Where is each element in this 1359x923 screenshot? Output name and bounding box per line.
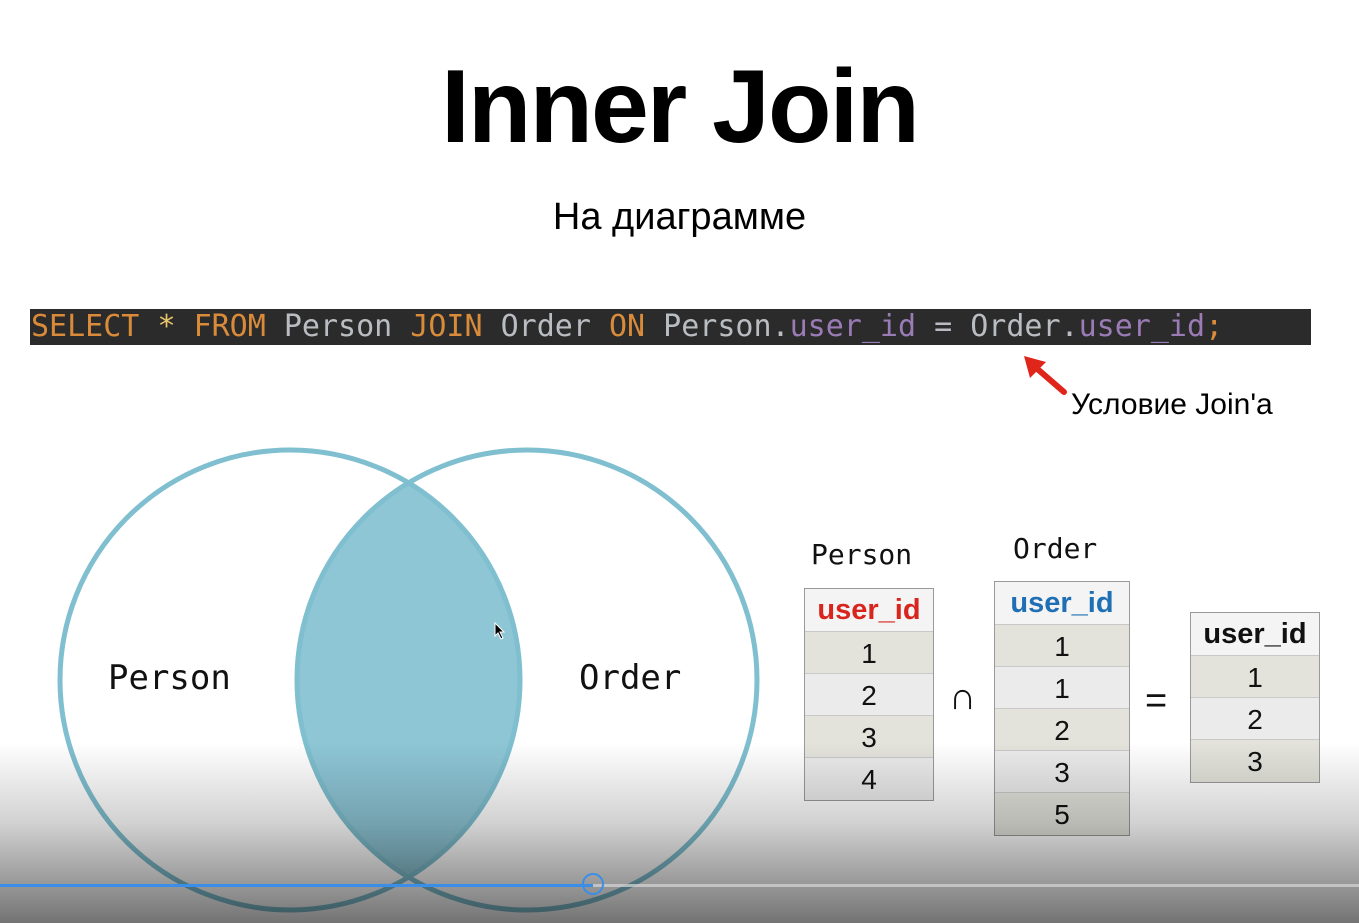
person-table: user_id 1234	[804, 588, 934, 801]
person-table-header: user_id	[805, 589, 933, 632]
code-token: user_id	[1078, 309, 1206, 344]
code-token: user_id	[789, 309, 917, 344]
video-progress-fill	[0, 884, 593, 887]
code-token: JOIN	[410, 309, 483, 344]
result-table-cell: 1	[1191, 656, 1319, 698]
venn-label-order: Order	[579, 658, 682, 698]
red-arrow-icon	[1024, 356, 1067, 395]
code-token: *	[157, 309, 176, 344]
order-table-header: user_id	[995, 582, 1129, 625]
order-table-cell: 3	[995, 751, 1129, 793]
code-token: Person.	[645, 309, 790, 344]
code-token: = Order.	[916, 309, 1079, 344]
code-token: Person	[265, 309, 411, 344]
code-token: FROM	[193, 309, 266, 344]
result-table: user_id 123	[1190, 612, 1320, 783]
order-table-cell: 2	[995, 709, 1129, 751]
equals-symbol: =	[1145, 680, 1168, 722]
code-token: ON	[609, 309, 646, 344]
code-token: SELECT	[31, 309, 140, 344]
order-table-cell: 5	[995, 793, 1129, 835]
order-table-cell: 1	[995, 667, 1129, 709]
order-table: user_id 11235	[994, 581, 1130, 836]
person-table-cell: 2	[805, 674, 933, 716]
slide-title: Inner Join	[441, 49, 920, 165]
code-token: Order	[482, 309, 609, 344]
result-table-cell: 2	[1191, 698, 1319, 740]
sql-code-line: SELECT * FROM Person JOIN Order ON Perso…	[30, 309, 1311, 345]
join-condition-label: Условие Join'a	[1071, 388, 1273, 421]
result-table-header: user_id	[1191, 613, 1319, 656]
person-table-title: Person	[811, 538, 913, 571]
code-token: ;	[1205, 309, 1224, 344]
person-table-cell: 1	[805, 632, 933, 674]
person-table-cell: 3	[805, 716, 933, 758]
intersect-symbol: ∩	[949, 676, 977, 718]
order-table-title: Order	[1013, 532, 1098, 565]
person-table-cell: 4	[805, 758, 933, 800]
venn-label-person: Person	[108, 658, 231, 698]
order-table-cell: 1	[995, 625, 1129, 667]
mouse-cursor-icon	[494, 622, 506, 640]
video-scrubber-handle[interactable]	[581, 873, 604, 895]
slide-subtitle: На диаграмме	[552, 196, 807, 238]
video-progress-bar[interactable]	[0, 873, 1359, 895]
result-table-cell: 3	[1191, 740, 1319, 782]
